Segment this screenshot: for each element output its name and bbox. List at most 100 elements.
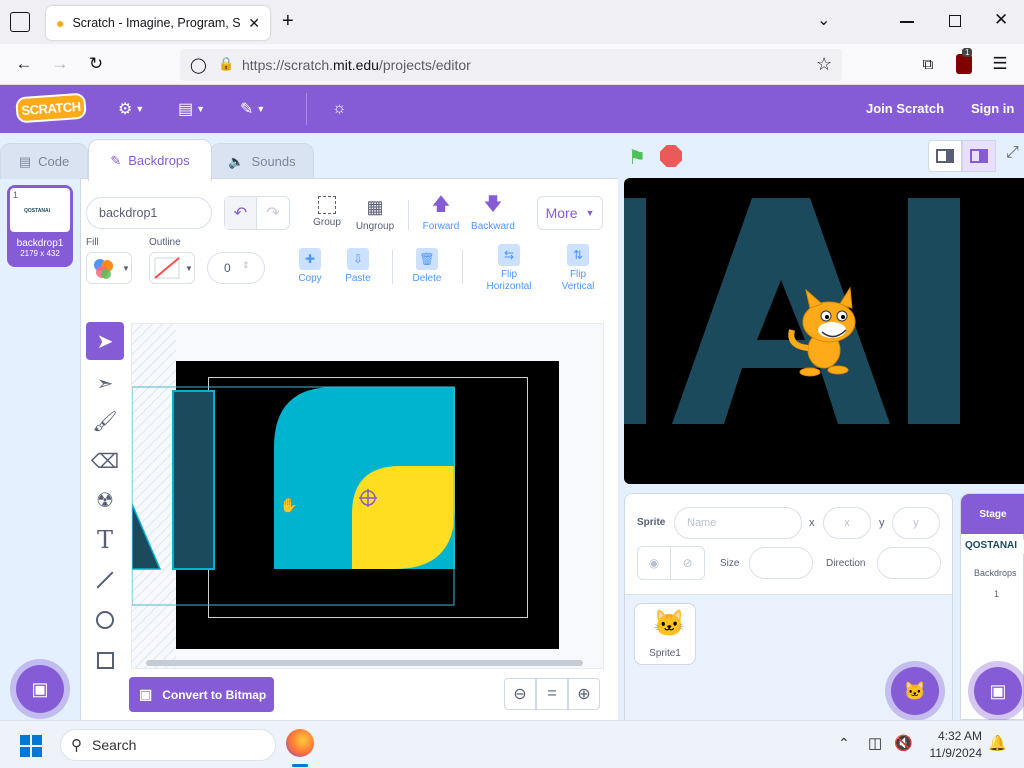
lock-icon[interactable]: 🔒: [218, 56, 234, 72]
convert-to-bitmap-button[interactable]: ▣ Convert to Bitmap: [129, 677, 274, 712]
close-window-icon[interactable]: ✕: [994, 10, 1008, 30]
network-icon[interactable]: ◫: [868, 734, 882, 752]
scratch-logo[interactable]: SCRATCH: [15, 92, 87, 124]
join-scratch-link[interactable]: Join Scratch: [866, 101, 944, 116]
taskbar-search[interactable]: ⚲ Search: [60, 729, 276, 761]
file-menu[interactable]: ▤ ▼: [178, 97, 205, 121]
choose-backdrop-stage-button[interactable]: ▣: [974, 667, 1022, 715]
outline-color-picker[interactable]: ▼: [149, 252, 195, 284]
edit-menu[interactable]: ✎ ▼: [240, 97, 265, 121]
bookmark-star-icon[interactable]: ☆: [816, 54, 832, 75]
shield-icon[interactable]: ◯: [190, 56, 207, 74]
brush-tool[interactable]: 🖌: [86, 402, 124, 440]
flip-vertical-button[interactable]: ⇅ Flip Vertical: [558, 244, 598, 293]
chevron-up-icon[interactable]: ⌃: [838, 735, 850, 752]
browser-tab[interactable]: ● Scratch - Imagine, Program, Sh ✕: [46, 6, 270, 40]
taskbar-time[interactable]: 4:32 AM: [930, 729, 982, 743]
outline-width-input[interactable]: 0 ⇕: [207, 252, 265, 284]
large-stage-icon: [970, 149, 988, 163]
backdrop-list-item[interactable]: 1 QOSTANAI backdrop1 2179 x 432: [7, 185, 73, 267]
line-tool[interactable]: [86, 561, 124, 599]
speaker-muted-icon[interactable]: 🔇: [894, 734, 913, 752]
fullscreen-icon[interactable]: ⤢: [1006, 144, 1019, 162]
rectangle-tool[interactable]: [86, 641, 124, 679]
firefox-icon[interactable]: [286, 729, 314, 757]
extensions-icon[interactable]: ⧉: [914, 50, 942, 78]
green-flag-icon[interactable]: ⚑: [628, 145, 646, 170]
copy-button[interactable]: ✚ Copy: [295, 248, 325, 284]
restore-icon[interactable]: [949, 15, 961, 27]
windows-taskbar: ⚲ Search ⌃ ◫ 🔇 4:32 AM 11/9/2024 🔔: [0, 720, 1024, 768]
group-button[interactable]: Group: [310, 196, 344, 228]
toolbar-divider: [408, 200, 409, 230]
redo-icon[interactable]: ↷: [257, 197, 289, 229]
tab-sounds[interactable]: 🔈 Sounds: [210, 143, 314, 179]
visibility-toggle: ◉ ⊘: [637, 546, 705, 580]
minimize-icon[interactable]: [900, 21, 914, 23]
sprite-x-input[interactable]: x: [823, 507, 871, 539]
sprite-label: Sprite: [637, 517, 666, 528]
reshape-tool[interactable]: ➣: [86, 364, 124, 402]
backdrop-name-input[interactable]: backdrop1: [86, 197, 212, 229]
close-tab-icon[interactable]: ✕: [248, 15, 260, 32]
new-tab-icon[interactable]: +: [282, 10, 294, 33]
zoom-in-button[interactable]: ⊕: [568, 678, 600, 710]
tab-list-icon[interactable]: [10, 12, 30, 32]
fill-color-picker[interactable]: ▼: [86, 252, 132, 284]
taskbar-date[interactable]: 11/9/2024: [924, 746, 983, 760]
large-stage-button[interactable]: [962, 140, 996, 172]
delete-button[interactable]: 🗑 Delete: [409, 248, 445, 284]
forward-button[interactable]: 🡅 Forward: [420, 194, 462, 232]
yellow-shape[interactable]: [352, 466, 455, 569]
forward-icon[interactable]: →: [46, 50, 74, 78]
direction-label: Direction: [826, 558, 866, 569]
text-tool[interactable]: T: [86, 521, 124, 559]
back-icon[interactable]: ←: [10, 50, 38, 78]
tutorials-button[interactable]: ☼: [332, 97, 347, 121]
windows-start-icon[interactable]: [20, 735, 42, 757]
ungroup-button[interactable]: ▦ Ungroup: [354, 196, 396, 233]
paint-canvas[interactable]: ✋: [131, 323, 604, 669]
url-bar[interactable]: ◯ 🔒 https://scratch. mit.edu/projects/edi…: [180, 49, 842, 81]
ublock-icon[interactable]: 1: [956, 48, 973, 74]
sign-in-link[interactable]: Sign in: [971, 101, 1014, 116]
sprite-tile[interactable]: 🐱 Sprite1: [634, 603, 696, 665]
show-eye-icon[interactable]: ◉: [638, 547, 672, 579]
tab-backdrops[interactable]: ✎ Backdrops: [88, 139, 212, 181]
sprite-name-input[interactable]: Name: [674, 507, 802, 539]
choose-backdrop-button[interactable]: ▣: [16, 665, 64, 713]
menu-divider: [306, 93, 307, 125]
hide-eye-icon[interactable]: ⊘: [671, 547, 704, 579]
stage-canvas[interactable]: [624, 178, 1024, 484]
circle-tool[interactable]: [86, 601, 124, 639]
url-domain: mit.edu: [333, 57, 379, 73]
eraser-tool[interactable]: ⌫: [86, 442, 124, 480]
canvas-horizontal-scrollbar[interactable]: [146, 660, 583, 666]
zoom-reset-button[interactable]: =: [536, 678, 568, 710]
more-button[interactable]: More ▼: [537, 196, 603, 230]
list-all-tabs-icon[interactable]: ⌄: [817, 10, 830, 30]
small-stage-icon: [936, 149, 954, 163]
sprite-size-input[interactable]: [749, 547, 813, 579]
tab-code[interactable]: ▤ Code: [0, 143, 88, 179]
stepper-icon[interactable]: ⇕: [242, 260, 250, 271]
choose-sprite-button[interactable]: 🐱: [891, 667, 939, 715]
group-icon: [318, 196, 336, 214]
settings-menu[interactable]: ⚙ ▼: [118, 97, 144, 121]
small-stage-button[interactable]: [928, 140, 962, 172]
app-menu-icon[interactable]: ☰: [986, 50, 1014, 78]
undo-icon[interactable]: ↶: [225, 197, 258, 229]
fill-tool[interactable]: ☢: [86, 481, 124, 519]
paste-button[interactable]: ⇩ Paste: [343, 248, 373, 284]
select-tool[interactable]: ➤: [86, 322, 124, 360]
cat-sprite[interactable]: [784, 286, 864, 378]
sprite-y-input[interactable]: y: [892, 507, 940, 539]
zoom-out-button[interactable]: ⊖: [504, 678, 536, 710]
sprite-direction-input[interactable]: [877, 547, 941, 579]
browser-nav-bar: ← → ↻ ◯ 🔒 https://scratch. mit.edu/projec…: [0, 44, 1024, 85]
reload-icon[interactable]: ↻: [82, 50, 110, 78]
notification-bell-icon[interactable]: 🔔: [988, 734, 1007, 752]
backward-button[interactable]: 🡇 Backward: [470, 194, 516, 232]
flip-horizontal-button[interactable]: ⇆ Flip Horizontal: [480, 244, 538, 293]
extension-badge: 1: [962, 48, 973, 57]
